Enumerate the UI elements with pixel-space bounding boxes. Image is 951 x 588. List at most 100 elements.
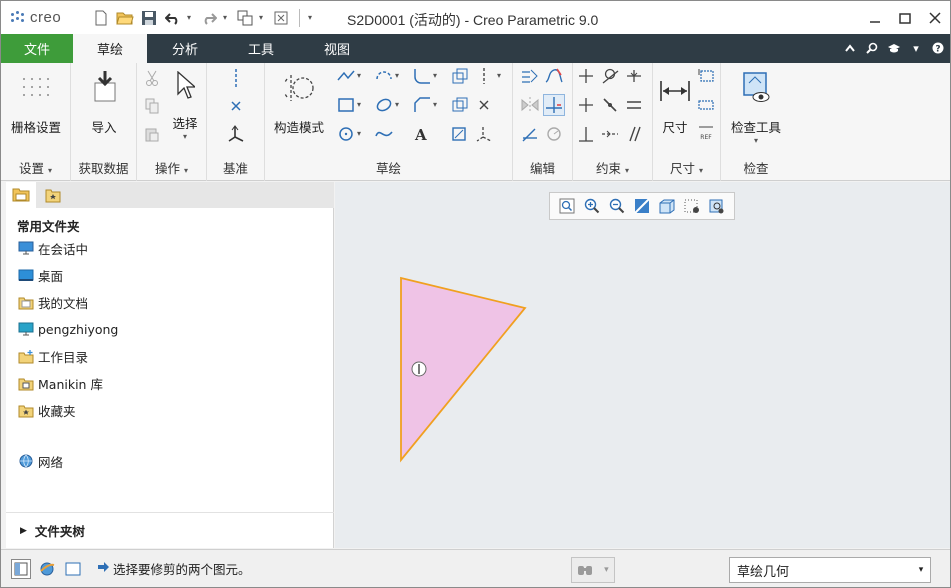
cut-icon[interactable]: [143, 69, 161, 87]
midpoint-constraint-icon[interactable]: [625, 67, 643, 85]
maximize-icon[interactable]: [890, 1, 920, 34]
selection-filter[interactable]: 草绘几何 ▾: [729, 557, 931, 583]
arc-dropdown-icon[interactable]: ▾: [395, 71, 399, 80]
thicken-icon[interactable]: [451, 96, 469, 114]
toggle-browser-icon[interactable]: [37, 559, 57, 579]
tab-tools[interactable]: 工具: [223, 34, 299, 63]
regenerate-dropdown-icon[interactable]: ▾: [259, 13, 267, 22]
horizontal-constraint-icon[interactable]: [577, 96, 595, 114]
selection-filter-dropdown-icon[interactable]: ▾: [912, 558, 930, 582]
dimension-button[interactable]: 尺寸: [655, 67, 695, 136]
nav-item-manikin-library[interactable]: Manikin 库: [17, 372, 103, 394]
paste-icon[interactable]: [143, 125, 161, 143]
ellipse-icon[interactable]: [375, 96, 393, 114]
nav-item-network[interactable]: 网络: [17, 450, 63, 472]
import-button[interactable]: 导入: [73, 67, 135, 136]
undo-dropdown-icon[interactable]: ▾: [187, 13, 195, 22]
group-dimension-label[interactable]: 尺寸 ▾: [653, 158, 720, 177]
ribbon-options-dropdown-icon[interactable]: ▾: [908, 39, 924, 57]
mirror-icon[interactable]: [521, 96, 539, 114]
find-dropdown-icon[interactable]: ▾: [604, 565, 609, 575]
equal-constraint-icon[interactable]: [625, 96, 643, 114]
nav-item-favorites[interactable]: 收藏夹: [17, 399, 76, 421]
centerline-dropdown-icon[interactable]: ▾: [497, 71, 501, 80]
customize-icon[interactable]: ▾: [308, 13, 316, 22]
tab-analysis[interactable]: 分析: [147, 34, 223, 63]
construction-coordinate-system-icon[interactable]: [475, 125, 493, 143]
save-icon[interactable]: [139, 8, 159, 28]
divide-icon[interactable]: [543, 94, 565, 116]
perimeter-icon[interactable]: [697, 67, 715, 85]
symmetric-constraint-icon[interactable]: [601, 125, 619, 143]
select-button[interactable]: 选择 ▾: [167, 69, 203, 141]
nav-item-working-directory[interactable]: 工作目录: [17, 345, 88, 367]
chamfer-icon[interactable]: [413, 96, 431, 114]
redo-icon[interactable]: [199, 8, 219, 28]
vertical-constraint-symbol[interactable]: [411, 361, 427, 377]
group-operations-label[interactable]: 操作 ▾: [137, 158, 206, 177]
group-constrain-label[interactable]: 约束 ▾: [573, 158, 652, 177]
new-icon[interactable]: [91, 8, 111, 28]
rectangle-dropdown-icon[interactable]: ▾: [357, 100, 361, 109]
tab-view[interactable]: 视图: [299, 34, 375, 63]
line-icon[interactable]: [337, 67, 355, 85]
copy-icon[interactable]: [143, 97, 161, 115]
close-icon[interactable]: [920, 1, 950, 34]
nav-item-desktop[interactable]: 桌面: [17, 264, 63, 286]
fillet-icon[interactable]: [413, 67, 431, 85]
line-dropdown-icon[interactable]: ▾: [357, 71, 361, 80]
rectangle-icon[interactable]: [337, 96, 355, 114]
toggle-navigator-icon[interactable]: [11, 559, 31, 579]
baseline-icon[interactable]: [697, 96, 715, 114]
perpendicular-constraint-icon[interactable]: [577, 125, 595, 143]
coincident-constraint-icon[interactable]: [601, 96, 619, 114]
close-window-icon[interactable]: [271, 8, 291, 28]
corner-icon[interactable]: [521, 125, 539, 143]
grid-settings-button[interactable]: 栅格设置: [3, 67, 69, 136]
chamfer-dropdown-icon[interactable]: ▾: [433, 100, 437, 109]
offset-icon[interactable]: [451, 67, 469, 85]
coordinate-system-icon[interactable]: [227, 125, 245, 143]
collapse-ribbon-icon[interactable]: [842, 39, 858, 57]
minimize-icon[interactable]: [860, 1, 890, 34]
circle-icon[interactable]: [337, 125, 355, 143]
full-screen-icon[interactable]: [63, 559, 83, 579]
centerline-icon[interactable]: [227, 69, 245, 87]
folder-browser-tab[interactable]: [6, 182, 36, 208]
nav-item-user-folder[interactable]: pengzhiyong: [17, 318, 118, 340]
search-icon[interactable]: [864, 39, 880, 57]
nav-item-in-session[interactable]: 在会话中: [17, 237, 88, 259]
circle-dropdown-icon[interactable]: ▾: [357, 129, 361, 138]
redo-dropdown-icon[interactable]: ▾: [223, 13, 231, 22]
spline-icon[interactable]: [375, 125, 393, 143]
text-icon[interactable]: A: [413, 125, 431, 143]
graphics-area[interactable]: [335, 182, 950, 548]
select-dropdown-icon[interactable]: ▾: [167, 132, 203, 141]
parallel-constraint-icon[interactable]: [625, 125, 643, 143]
open-icon[interactable]: [115, 8, 135, 28]
regenerate-icon[interactable]: [235, 8, 255, 28]
ellipse-dropdown-icon[interactable]: ▾: [395, 100, 399, 109]
reference-dimension-icon[interactable]: REF: [697, 125, 715, 143]
tangent-constraint-icon[interactable]: [601, 67, 619, 85]
construction-point-icon[interactable]: [475, 96, 493, 114]
construction-mode-button[interactable]: 构造模式: [267, 67, 331, 136]
group-settings-label[interactable]: 设置 ▾: [1, 158, 70, 177]
tab-file[interactable]: 文件: [1, 34, 73, 63]
modify-icon[interactable]: [521, 67, 539, 85]
nav-item-my-documents[interactable]: 我的文档: [17, 291, 88, 313]
palette-icon[interactable]: [451, 125, 469, 143]
favorites-tab[interactable]: [38, 182, 68, 208]
arc-icon[interactable]: [375, 67, 393, 85]
learning-icon[interactable]: [886, 39, 902, 57]
undo-icon[interactable]: [163, 8, 183, 28]
rotate-resize-icon[interactable]: [545, 125, 563, 143]
find-button[interactable]: ▾: [571, 557, 615, 583]
vertical-constraint-icon[interactable]: [577, 67, 595, 85]
datum-point-icon[interactable]: [227, 97, 245, 115]
inspect-dropdown-icon[interactable]: ▾: [723, 136, 789, 145]
tab-sketch[interactable]: 草绘: [73, 34, 147, 63]
delete-segment-icon[interactable]: [545, 67, 563, 85]
folder-tree-toggle[interactable]: ▶ 文件夹树: [6, 512, 334, 548]
help-icon[interactable]: ?: [930, 39, 946, 57]
